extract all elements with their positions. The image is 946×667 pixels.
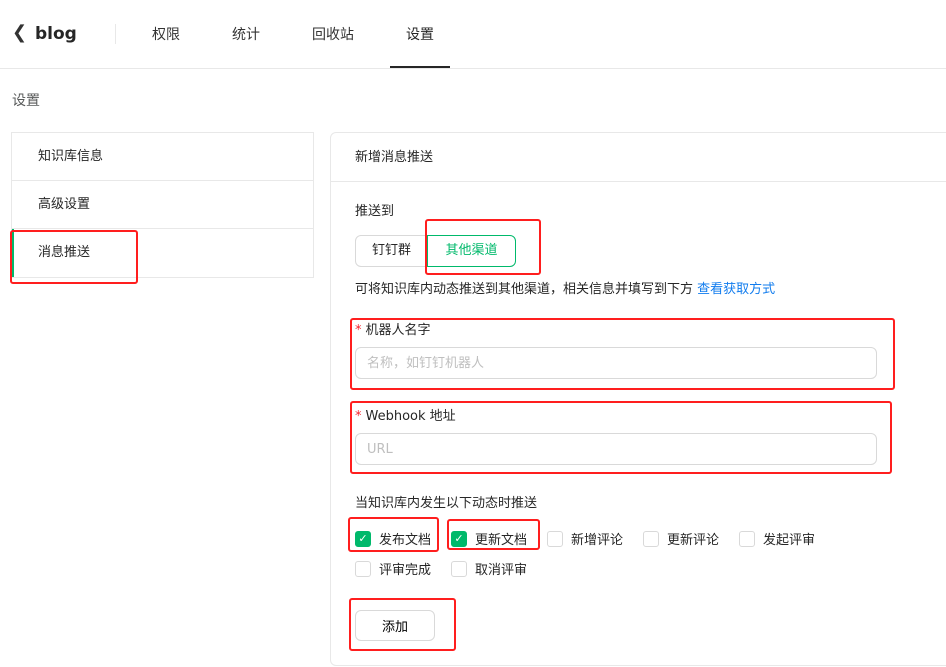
message-push-card: 新增消息推送: [330, 132, 946, 666]
channel-other-button[interactable]: 其他渠道: [427, 235, 516, 267]
sidebar-item-repo-info[interactable]: 知识库信息: [12, 133, 313, 181]
checkbox-box: [643, 530, 659, 547]
active-tab-indicator: [390, 66, 450, 68]
events-label: 当知识库内发生以下动态时推送: [355, 496, 538, 511]
settings-sidebar: 知识库信息 高级设置 消息推送: [11, 132, 314, 278]
checkbox-box: [355, 560, 371, 577]
event-checkbox-new-comment[interactable]: 新增评论: [547, 529, 623, 548]
checkbox-label: 发起评审: [763, 533, 816, 548]
webhook-input[interactable]: [355, 433, 877, 465]
checkbox-label: 发布文档: [379, 533, 432, 548]
event-checkbox-update-doc[interactable]: ✓ 更新文档: [451, 529, 527, 548]
sidebar-item-advanced[interactable]: 高级设置: [12, 181, 313, 229]
event-checkbox-update-comment[interactable]: 更新评论: [643, 529, 719, 548]
event-checkbox-cancel-review[interactable]: 取消评审: [451, 559, 527, 578]
event-checkbox-review-complete[interactable]: 评审完成: [355, 559, 431, 578]
robot-name-input[interactable]: [355, 347, 877, 379]
help-link[interactable]: 查看获取方式: [697, 282, 775, 297]
top-header: ❮ blog 权限 统计 回收站 设置: [0, 0, 946, 69]
tab-permissions[interactable]: 权限: [152, 24, 180, 44]
channel-dingtalk-button[interactable]: 钉钉群: [355, 235, 428, 267]
checkmark-icon: ✓: [355, 530, 371, 547]
description-text: 可将知识库内动态推送到其他渠道，相关信息并填写到下方: [355, 282, 694, 297]
description: 可将知识库内动态推送到其他渠道，相关信息并填写到下方 查看获取方式: [355, 278, 775, 297]
push-to-label: 推送到: [355, 204, 395, 219]
checkmark-icon: ✓: [451, 530, 467, 547]
tab-settings[interactable]: 设置: [406, 24, 434, 44]
checkbox-box: [739, 530, 755, 547]
checkbox-label: 更新文档: [475, 533, 528, 548]
page-title: 设置: [12, 93, 40, 109]
back-chevron-icon[interactable]: ❮: [12, 22, 27, 43]
robot-name-label-text: 机器人名字: [365, 323, 431, 338]
tab-statistics[interactable]: 统计: [232, 24, 260, 44]
webhook-label: * Webhook 地址: [355, 405, 456, 424]
event-checkbox-start-review[interactable]: 发起评审: [739, 529, 815, 548]
divider: [115, 24, 116, 44]
tab-recycle-bin[interactable]: 回收站: [312, 24, 354, 44]
robot-name-label: * 机器人名字: [355, 319, 431, 338]
checkbox-label: 评审完成: [379, 563, 432, 578]
webhook-label-text: Webhook 地址: [365, 409, 456, 424]
event-checkbox-publish-doc[interactable]: ✓ 发布文档: [355, 529, 431, 548]
sidebar-item-message-push[interactable]: 消息推送: [12, 229, 313, 277]
checkbox-label: 更新评论: [667, 533, 720, 548]
checkbox-box: [547, 530, 563, 547]
repo-title: blog: [35, 24, 77, 44]
card-title: 新增消息推送: [331, 133, 946, 182]
checkbox-label: 取消评审: [475, 563, 528, 578]
add-button[interactable]: 添加: [355, 610, 435, 641]
checkbox-box: [451, 560, 467, 577]
checkbox-label: 新增评论: [571, 533, 624, 548]
required-mark: *: [355, 323, 362, 338]
required-mark: *: [355, 409, 362, 424]
